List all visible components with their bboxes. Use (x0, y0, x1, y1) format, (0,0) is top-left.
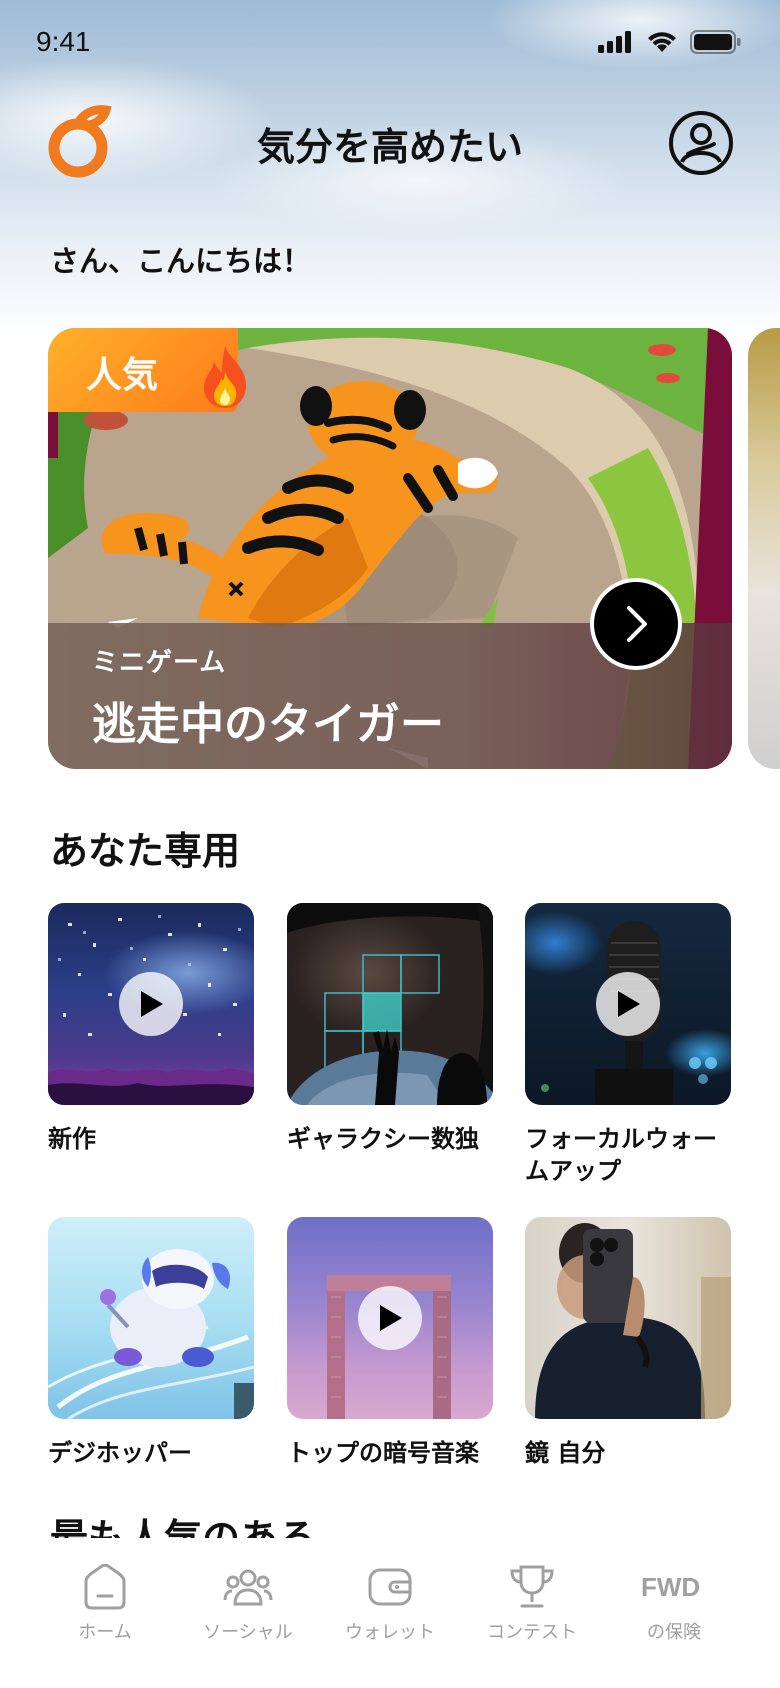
nav-label-home: ホーム (78, 1622, 132, 1643)
card-open-button[interactable] (590, 578, 682, 670)
play-button[interactable] (596, 972, 660, 1036)
tile-galaxy-sudoku[interactable]: ギャラクシー数独 (287, 903, 493, 1155)
tile-top-crypto-music[interactable]: トップの暗号音楽 (287, 1217, 493, 1469)
svg-text:FWD: FWD (641, 1572, 700, 1602)
profile-icon[interactable] (668, 110, 734, 176)
nav-label-insurance: の保険 (647, 1622, 701, 1643)
tile-thumbnail (48, 1217, 254, 1419)
play-icon (618, 991, 640, 1017)
selfie-person-art (535, 1223, 731, 1419)
status-icons (598, 30, 742, 54)
nav-label-wallet: ウォレット (345, 1622, 435, 1643)
wallet-icon (368, 1568, 412, 1606)
tile-thumbnail (48, 903, 254, 1105)
trophy-icon (510, 1565, 554, 1608)
greeting-text: さん、こんにちは！ (50, 244, 312, 278)
card-title: 逃走中のタイガー (92, 699, 444, 750)
page-title: 気分を高めたい (256, 125, 523, 169)
play-icon (141, 991, 163, 1017)
chevron-right-icon (627, 606, 647, 642)
nav-label-social: ソーシャル (203, 1622, 293, 1643)
galaxy-sudoku-art (287, 903, 493, 1105)
play-button[interactable] (358, 1286, 422, 1350)
popular-badge-label: 人気 (86, 355, 159, 396)
tile-label: フォーカルウォームアップ (525, 1125, 717, 1185)
featured-game-card[interactable]: 人気 ミニゲーム 逃走中のタイガー (48, 328, 732, 769)
fwd-logo-icon: FWD (641, 1572, 700, 1602)
home-icon (84, 1564, 126, 1610)
robot-dog-art (48, 1249, 254, 1419)
signal-icon (598, 31, 631, 53)
section-title-most-popular: 最も人気のある (50, 1516, 317, 1538)
tile-thumbnail (525, 903, 731, 1105)
tile-label: 鏡 自分 (525, 1439, 606, 1467)
tile-digi-hopper[interactable]: デジホッパー (48, 1217, 254, 1469)
next-featured-card[interactable] (748, 328, 780, 769)
tile-thumbnail (525, 1217, 731, 1419)
fire-icon (204, 346, 246, 408)
nav-item-home[interactable]: ホーム (35, 1564, 175, 1644)
section-title-for-you: あなた専用 (50, 829, 241, 873)
wifi-icon (648, 32, 676, 52)
bottom-navigation: ホーム ソーシャル ウォレット コンテスト FWD の保険 (0, 1538, 780, 1688)
nav-item-contest[interactable]: コンテスト (462, 1564, 602, 1644)
tile-label: ギャラクシー数独 (287, 1125, 479, 1153)
social-icon (223, 1569, 273, 1606)
nav-item-social[interactable]: ソーシャル (178, 1564, 318, 1644)
battery-icon (690, 30, 741, 54)
tile-focal-warmup[interactable]: フォーカルウォームアップ (525, 903, 731, 1187)
nav-item-insurance[interactable]: FWD の保険 (604, 1564, 744, 1644)
nav-item-wallet[interactable]: ウォレット (320, 1564, 460, 1644)
tile-mirror-self[interactable]: 鏡 自分 (525, 1217, 731, 1469)
tile-label: トップの暗号音楽 (287, 1439, 479, 1467)
tile-label: 新作 (48, 1125, 96, 1153)
tile-thumbnail (287, 1217, 493, 1419)
status-bar: 9:41 (0, 0, 780, 88)
tile-thumbnail (287, 903, 493, 1105)
tile-label: デジホッパー (48, 1439, 192, 1467)
play-button[interactable] (119, 972, 183, 1036)
nav-label-contest: コンテスト (487, 1622, 577, 1643)
card-category: ミニゲーム (92, 648, 227, 678)
status-time: 9:41 (36, 26, 91, 57)
tile-new-release[interactable]: 新作 (48, 903, 254, 1155)
play-icon (380, 1305, 402, 1331)
